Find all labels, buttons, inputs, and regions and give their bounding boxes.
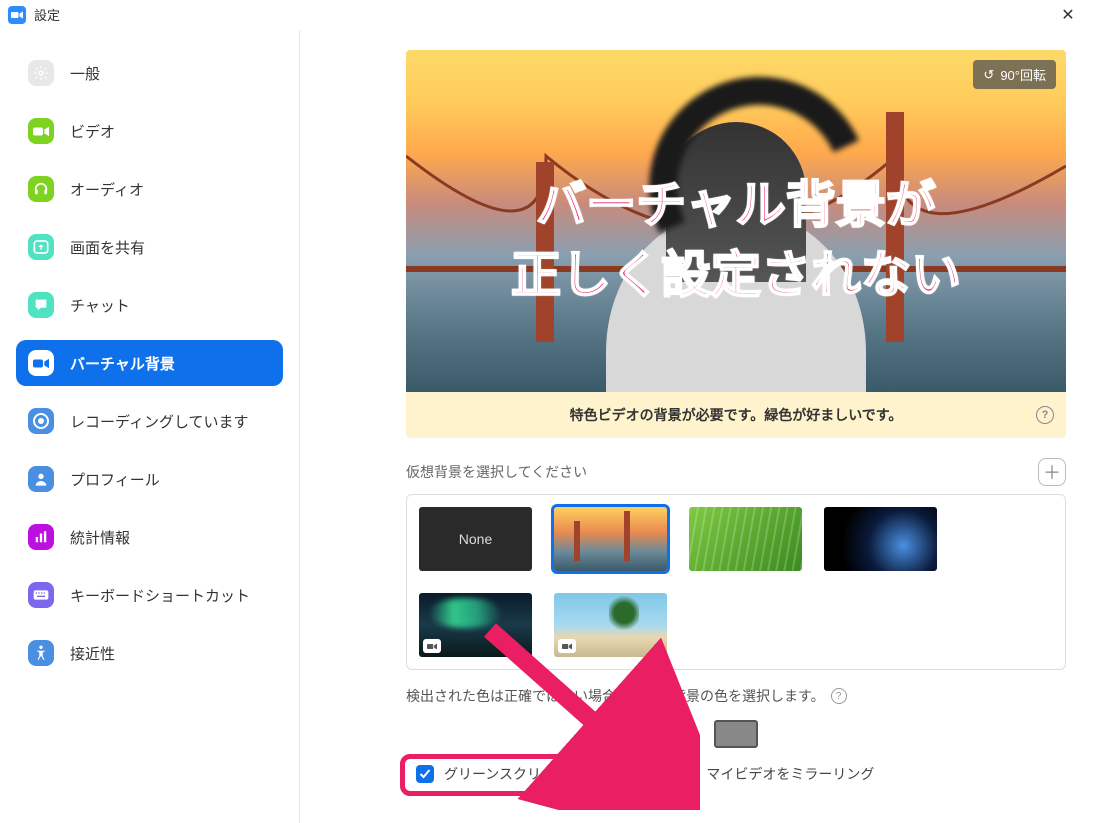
accessibility-icon [28, 640, 54, 666]
help-icon[interactable]: ? [1036, 406, 1054, 424]
background-thumb-earth[interactable] [824, 507, 937, 571]
sidebar-item-chat[interactable]: チャット [16, 282, 283, 328]
background-thumb-bridge[interactable] [554, 507, 667, 571]
choose-background-label: 仮想背景を選択してください [406, 462, 587, 482]
sidebar-item-virtual-background[interactable]: バーチャル背景 [16, 340, 283, 386]
keyboard-icon [28, 582, 54, 608]
detect-color-row: 検出された色は正確ではない場合、手動で背景の色を選択します。 ? [406, 686, 1066, 706]
close-button[interactable]: ✕ [1048, 0, 1088, 30]
sidebar-item-label: 接近性 [70, 643, 115, 664]
sidebar-item-label: オーディオ [70, 179, 144, 200]
mirror-video-checkbox[interactable]: マイビデオをミラーリング [678, 764, 874, 784]
stats-icon [28, 524, 54, 550]
gear-icon [28, 60, 54, 86]
chat-icon [28, 292, 54, 318]
green-screen-checkbox[interactable]: グリーンスクリーンがあります [416, 764, 638, 784]
background-thumb-grass[interactable] [689, 507, 802, 571]
sidebar-item-label: 画面を共有 [70, 237, 145, 258]
sidebar-item-label: チャット [70, 295, 130, 316]
rotate-icon: ↺ [983, 67, 994, 83]
video-badge-icon [423, 639, 441, 653]
headphones-icon [28, 176, 54, 202]
sidebar-item-label: 一般 [70, 63, 100, 84]
sidebar-item-keyboard-shortcuts[interactable]: キーボードショートカット [16, 572, 283, 618]
sidebar-item-label: 統計情報 [70, 527, 130, 548]
sidebar-item-profile[interactable]: プロフィール [16, 456, 283, 502]
background-thumb-beach[interactable] [554, 593, 667, 657]
sidebar-item-label: キーボードショートカット [70, 585, 250, 606]
sidebar-item-recording[interactable]: レコーディングしています [16, 398, 283, 444]
warning-bar: 特色ビデオの背景が必要です。緑色が好ましいです。 ? [406, 392, 1066, 438]
mirror-video-label: マイビデオをミラーリング [706, 764, 874, 784]
video-icon [28, 118, 54, 144]
rotate-90-button[interactable]: ↺ 90°回転 [973, 60, 1056, 89]
warning-text: 特色ビデオの背景が必要です。緑色が好ましいです。 [570, 405, 903, 425]
sidebar-item-label: ビデオ [70, 121, 115, 142]
detect-color-text: 検出された色は正確ではない場合、手動で背景の色を選択します。 [406, 686, 825, 706]
help-icon[interactable]: ? [831, 688, 847, 704]
share-screen-icon [28, 234, 54, 260]
background-color-swatch[interactable] [714, 720, 758, 748]
virtual-background-icon [28, 350, 54, 376]
sidebar-item-accessibility[interactable]: 接近性 [16, 630, 283, 676]
checkbox-checked-icon [678, 765, 696, 783]
rotate-label: 90°回転 [1000, 65, 1046, 84]
sidebar-item-label: バーチャル背景 [70, 353, 175, 374]
sidebar-item-label: プロフィール [70, 469, 160, 490]
green-screen-label: グリーンスクリーンがあります [444, 764, 638, 784]
background-thumb-none[interactable]: None [419, 507, 532, 571]
background-thumb-aurora[interactable] [419, 593, 532, 657]
titlebar: 設定 ✕ [0, 0, 1096, 30]
sidebar-item-video[interactable]: ビデオ [16, 108, 283, 154]
none-label: None [459, 531, 492, 547]
settings-content: ↺ 90°回転 バーチャル背景が 正しく設定されない 特色ビデオの背景が必要です… [300, 30, 1096, 823]
add-background-button[interactable]: ＋ [1038, 458, 1066, 486]
sidebar-item-label: レコーディングしています [70, 411, 249, 432]
record-icon [28, 408, 54, 434]
sidebar-item-statistics[interactable]: 統計情報 [16, 514, 283, 560]
app-icon [8, 6, 26, 24]
sidebar-item-audio[interactable]: オーディオ [16, 166, 283, 212]
video-badge-icon [558, 639, 576, 653]
checkbox-checked-icon [416, 765, 434, 783]
sidebar-item-share-screen[interactable]: 画面を共有 [16, 224, 283, 270]
profile-icon [28, 466, 54, 492]
sidebar-item-general[interactable]: 一般 [16, 50, 283, 96]
video-preview: ↺ 90°回転 バーチャル背景が 正しく設定されない 特色ビデオの背景が必要です… [406, 50, 1066, 438]
background-thumbnails: None [406, 494, 1066, 670]
window-title: 設定 [34, 5, 60, 24]
settings-sidebar: 一般 ビデオ オーディオ 画面を共有 チャット バーチャル背景 レコーディングし… [0, 30, 300, 823]
